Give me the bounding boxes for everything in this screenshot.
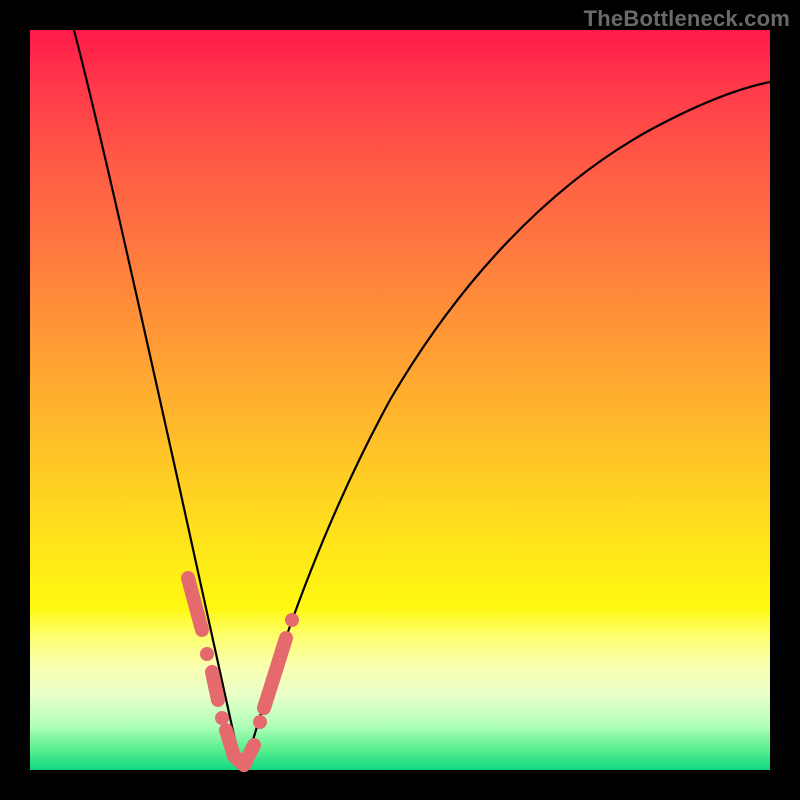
bottleneck-curve xyxy=(74,30,770,768)
highlight-dot xyxy=(285,613,299,627)
watermark-text: TheBottleneck.com xyxy=(584,6,790,32)
highlight-dot xyxy=(200,647,214,661)
highlight-dot xyxy=(215,711,229,725)
chart-svg xyxy=(30,30,770,770)
highlight-dot xyxy=(253,715,267,729)
highlight-seg xyxy=(276,638,286,670)
highlight-seg xyxy=(244,745,254,765)
highlight-seg xyxy=(212,672,218,700)
chart-plot-area xyxy=(30,30,770,770)
highlight-seg xyxy=(188,578,202,630)
